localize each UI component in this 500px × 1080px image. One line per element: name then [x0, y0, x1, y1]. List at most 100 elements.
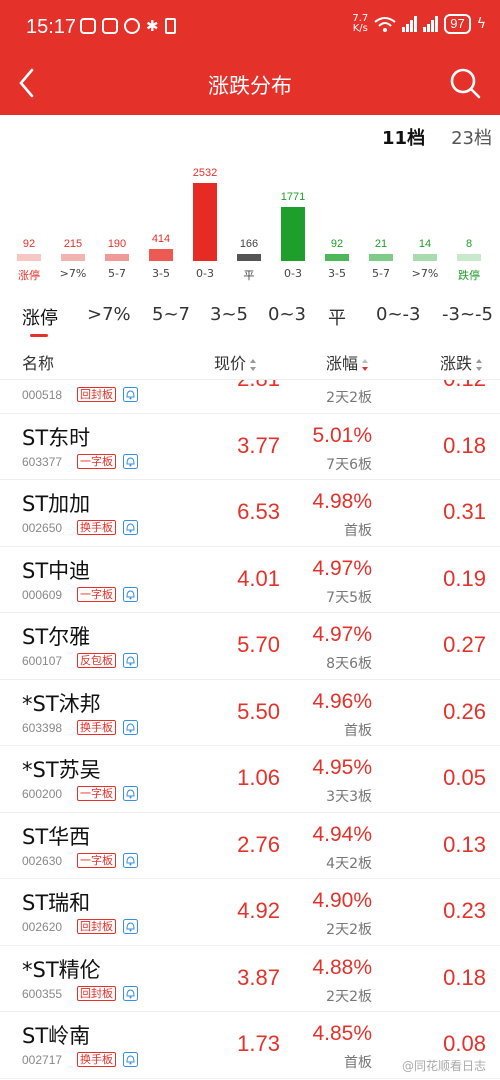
column-pct-label: 涨幅	[326, 354, 359, 373]
signal-icon	[423, 16, 439, 32]
distribution-value: 215	[63, 238, 83, 250]
limit-up-streak: 8天6板	[326, 656, 372, 672]
stock-change-pct: 5.01%	[312, 423, 372, 447]
sort-icon	[476, 358, 483, 371]
limit-up-streak: 3天3板	[326, 789, 372, 805]
notification-icons: ✱	[80, 18, 176, 34]
stock-code: 600200	[22, 787, 63, 801]
table-row[interactable]: ST中迪 000609 一字板 4.01 4.97% 7天5板 0.19	[0, 547, 500, 613]
limit-up-streak: 2天2板	[326, 988, 372, 1005]
board-tag: 一字板	[77, 852, 116, 868]
distribution-label: 5-7	[372, 267, 390, 280]
search-icon[interactable]	[448, 66, 482, 100]
stock-name: ST岭南	[22, 1024, 91, 1048]
stock-price: 1.06	[237, 765, 280, 790]
limit-up-streak: 首板	[344, 1055, 372, 1071]
table-row[interactable]: *ST苏吴 600200 一字板 1.06 4.95% 3天3板 0.05	[0, 746, 500, 813]
tab-23-levels[interactable]: 23档	[451, 124, 492, 150]
board-tag: 一字板	[77, 786, 116, 801]
distribution-column[interactable]: 1771 0-3	[271, 155, 315, 285]
distribution-value: 14	[418, 238, 432, 250]
column-pct[interactable]: 涨幅	[326, 350, 369, 374]
distribution-bar	[193, 183, 217, 261]
distribution-bar	[237, 254, 261, 261]
distribution-column[interactable]: 92 涨停	[7, 155, 51, 285]
board-tag: 换手板	[77, 520, 116, 535]
level-tabs: 11档 23档	[382, 124, 492, 150]
filter-tab-limit-up[interactable]: 涨停	[22, 304, 58, 330]
board-tag: 换手板	[77, 1052, 116, 1067]
stock-code: 603398	[22, 720, 63, 735]
column-chg-label: 涨跌	[440, 354, 473, 373]
stock-change: 0.26	[443, 698, 486, 724]
filter-tab-gt7[interactable]: >7%	[87, 304, 131, 325]
stock-name: ST华西	[22, 824, 91, 849]
distribution-label: >7%	[59, 267, 87, 280]
stock-name: ST中迪	[22, 558, 91, 583]
alert-bell-icon[interactable]	[123, 719, 138, 735]
stock-change: 0.13	[443, 831, 486, 857]
distribution-column[interactable]: 2532 0-3	[183, 155, 227, 285]
table-row[interactable]: ST华西 002630 一字板 2.76 4.94% 4天2板 0.13	[0, 813, 500, 879]
board-tag: 反包板	[77, 653, 116, 668]
limit-up-streak: 2天2板	[326, 922, 372, 938]
stock-change: 0.31	[443, 499, 486, 524]
filter-tab-5-7[interactable]: 5~7	[152, 304, 190, 325]
table-row[interactable]: ST尔雅 600107 反包板 5.70 4.97% 8天6板 0.27	[0, 613, 500, 680]
table-row[interactable]: *ST沐邦 603398 换手板 5.50 4.96% 首板 0.26	[0, 680, 500, 746]
active-tab-indicator	[30, 334, 48, 337]
stock-change-pct: 4.96%	[312, 689, 372, 713]
limit-up-streak: 7天5板	[326, 589, 372, 606]
alert-bell-icon[interactable]	[123, 919, 138, 934]
table-row[interactable]: ST瑞和 002620 回封板 4.92 4.90% 2天2板 0.23	[0, 879, 500, 946]
alert-bell-icon[interactable]	[123, 387, 138, 402]
distribution-column[interactable]: 14 >7%	[403, 155, 447, 285]
sim-icon	[164, 18, 176, 34]
alert-bell-icon[interactable]	[123, 786, 138, 801]
table-row[interactable]: 000518 回封板 2.81 2天2板 0.12	[0, 380, 500, 414]
distribution-label: 跌停	[458, 269, 480, 282]
distribution-label: 5-7	[108, 267, 126, 280]
distribution-column[interactable]: 414 3-5	[139, 155, 183, 285]
alert-bell-icon[interactable]	[123, 653, 138, 668]
alert-bell-icon[interactable]	[123, 1052, 138, 1067]
alert-bell-icon[interactable]	[123, 985, 138, 1001]
alarm-icon	[124, 18, 140, 34]
filter-tab-3-5[interactable]: 3~5	[210, 304, 248, 325]
distribution-value: 190	[107, 238, 127, 250]
alert-bell-icon[interactable]	[123, 520, 138, 535]
distribution-value: 1771	[280, 191, 306, 203]
alert-bell-icon[interactable]	[123, 453, 138, 469]
stock-change-pct: 4.90%	[312, 889, 372, 912]
distribution-column[interactable]: 92 3-5	[315, 155, 359, 285]
filter-tab-flat[interactable]: 平	[328, 304, 346, 330]
distribution-column[interactable]: 166 平	[227, 155, 271, 285]
column-price[interactable]: 现价	[214, 350, 257, 374]
filter-tab-0-neg3[interactable]: 0~-3	[376, 304, 420, 325]
tab-11-levels[interactable]: 11档	[382, 124, 425, 150]
board-tag: 换手板	[77, 719, 116, 735]
stock-list: 000518 回封板 2.81 2天2板 0.12 ST东时 603377 一字板 3.77 5.…	[0, 380, 500, 1080]
distribution-value: 92	[22, 238, 36, 250]
table-row[interactable]: ST加加 002650 换手板 6.53 4.98% 首板 0.31	[0, 480, 500, 547]
column-chg[interactable]: 涨跌	[440, 350, 483, 374]
limit-up-streak: 2天2板	[326, 390, 372, 406]
table-row[interactable]: *ST精伦 600355 回封板 3.87 4.88% 2天2板 0.18	[0, 946, 500, 1012]
distribution-column[interactable]: 21 5-7	[359, 155, 403, 285]
distribution-column[interactable]: 8 跌停	[447, 155, 491, 285]
stock-change: 0.27	[443, 632, 486, 657]
alert-bell-icon[interactable]	[123, 852, 138, 868]
board-tag: 一字板	[77, 586, 116, 602]
distribution-value: 92	[330, 238, 344, 250]
status-right: 7.7 K/s 97 ϟ	[352, 14, 486, 34]
distribution-bar	[369, 254, 393, 261]
distribution-bar	[149, 249, 173, 261]
distribution-column[interactable]: 215 >7%	[51, 155, 95, 285]
table-row[interactable]: ST东时 603377 一字板 3.77 5.01% 7天6板 0.18	[0, 414, 500, 480]
filter-tab-0-3[interactable]: 0~3	[268, 304, 306, 325]
distribution-column[interactable]: 190 5-7	[95, 155, 139, 285]
filter-tab-neg3-neg5[interactable]: -3~-5	[442, 304, 493, 325]
speed-unit: K/s	[352, 23, 368, 34]
alert-bell-icon[interactable]	[123, 586, 138, 602]
stock-price: 6.53	[237, 499, 280, 524]
